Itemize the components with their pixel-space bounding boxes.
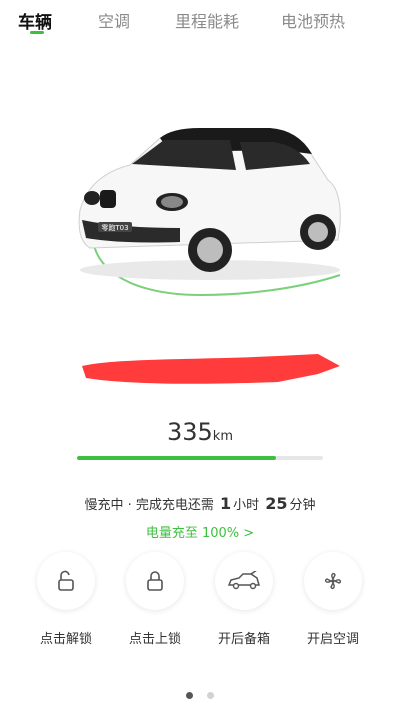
- charging-status-prefix: 慢充中 · 完成充电还需: [84, 498, 214, 513]
- range-unit: km: [212, 429, 233, 444]
- trunk-button[interactable]: 开后备箱: [204, 552, 284, 647]
- redacted-scribble: [78, 352, 340, 388]
- range-value: 335: [166, 418, 213, 446]
- charging-hours-unit: 小时: [233, 498, 260, 513]
- trunk-icon: [227, 571, 260, 590]
- ac-button[interactable]: 开启空调: [293, 552, 373, 647]
- lock-label: 点击上锁: [128, 632, 181, 647]
- car-model-badge: 零跑T03: [101, 223, 128, 232]
- unlock-icon: [58, 570, 74, 591]
- page-dot-2[interactable]: [206, 692, 214, 699]
- chevron-right-icon: >: [243, 526, 255, 541]
- quick-actions: 点击解锁 点击上锁 开后备箱 开启空调: [0, 552, 400, 652]
- tab-air-conditioning[interactable]: 空调: [98, 8, 130, 32]
- tab-battery-preheat[interactable]: 电池预热: [281, 8, 345, 32]
- page-dot-1[interactable]: [186, 692, 194, 699]
- charging-status: 慢充中 · 完成充电还需 1 小时 25 分钟: [0, 494, 400, 513]
- ac-circle: [304, 552, 362, 610]
- active-tab-indicator: [30, 31, 44, 34]
- unlock-label: 点击解锁: [39, 632, 92, 647]
- trunk-circle: [215, 552, 273, 610]
- battery-level-bar: [77, 456, 323, 460]
- lock-icon: [147, 571, 163, 591]
- tab-vehicle[interactable]: 车辆: [18, 8, 52, 33]
- charge-to-100-link[interactable]: 电量充至 100% >: [0, 522, 400, 541]
- charging-hours: 1: [219, 494, 232, 513]
- charging-minutes-unit: 分钟: [289, 498, 316, 513]
- unlock-button[interactable]: 点击解锁: [26, 552, 106, 647]
- charge-link-label: 电量充至 100%: [145, 526, 240, 541]
- unlock-circle: [37, 552, 95, 610]
- ac-label: 开启空调: [306, 632, 359, 647]
- tab-mileage-energy[interactable]: 里程能耗: [175, 8, 239, 32]
- top-tab-bar: 车辆 空调 里程能耗 电池预热: [0, 0, 400, 40]
- lock-button[interactable]: 点击上锁: [115, 552, 195, 647]
- fan-icon: [324, 572, 342, 590]
- lock-circle: [126, 552, 184, 610]
- charging-minutes: 25: [265, 494, 288, 513]
- car-image: 零跑T03: [60, 120, 360, 310]
- driving-range: 335km: [0, 418, 400, 446]
- battery-level-fill: [77, 456, 277, 460]
- trunk-label: 开后备箱: [217, 632, 270, 647]
- page-indicator: [0, 684, 400, 703]
- car-illustration: 零跑T03: [78, 128, 341, 297]
